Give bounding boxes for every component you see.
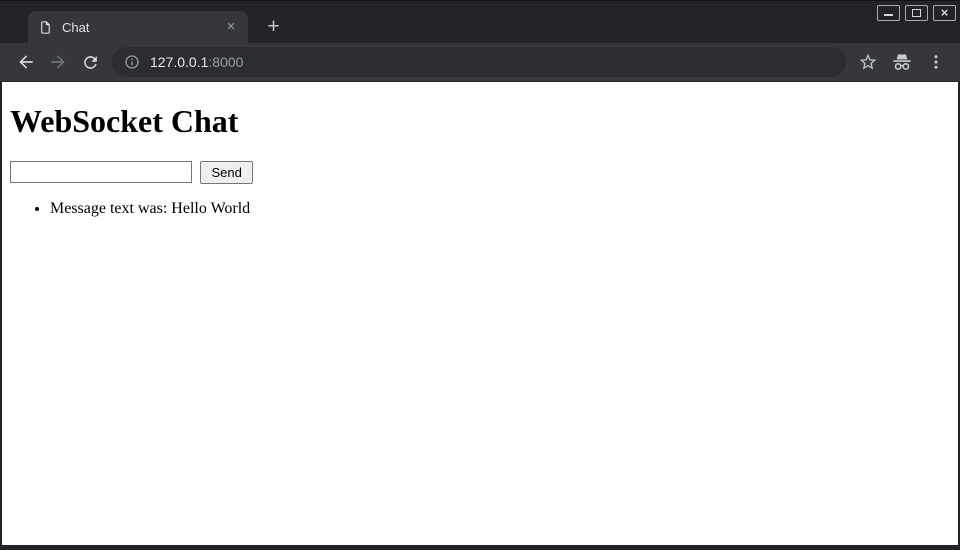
navigation-toolbar: 127.0.0.1:8000 (0, 43, 960, 81)
send-button[interactable]: Send (200, 161, 252, 184)
message-list: Message text was: Hello World (10, 200, 950, 218)
info-icon (124, 54, 140, 70)
window-controls: × (877, 5, 956, 21)
back-arrow-icon (16, 52, 36, 72)
maximize-icon (912, 9, 921, 17)
page-content: WebSocket Chat Send Message text was: He… (2, 82, 958, 545)
bookmark-button[interactable] (854, 48, 882, 76)
address-bar[interactable]: 127.0.0.1:8000 (112, 47, 846, 77)
message-form: Send (10, 161, 950, 184)
new-tab-button[interactable]: + (260, 14, 287, 41)
incognito-indicator (888, 48, 916, 76)
minimize-icon (884, 14, 893, 16)
kebab-menu-icon (927, 53, 945, 71)
reload-button[interactable] (76, 48, 104, 76)
minimize-button[interactable] (877, 5, 900, 21)
maximize-button[interactable] (905, 5, 928, 21)
page-title: WebSocket Chat (10, 103, 950, 140)
reload-icon (81, 53, 100, 72)
forward-button[interactable] (44, 48, 72, 76)
tab-close-icon[interactable]: × (222, 18, 240, 36)
back-button[interactable] (12, 48, 40, 76)
document-icon (38, 20, 53, 35)
url-text: 127.0.0.1:8000 (150, 54, 243, 70)
url-host: 127.0.0.1 (150, 54, 208, 70)
browser-menu-button[interactable] (922, 48, 950, 76)
forward-arrow-icon (48, 52, 68, 72)
browser-window: Chat × + × (0, 1, 960, 550)
tab-title: Chat (62, 20, 222, 35)
incognito-icon (891, 51, 913, 73)
message-list-item: Message text was: Hello World (50, 200, 950, 218)
url-port: :8000 (208, 54, 243, 70)
message-input[interactable] (10, 161, 192, 183)
tab-strip: Chat × + × (0, 1, 960, 43)
close-button[interactable]: × (933, 5, 956, 21)
tab-chat[interactable]: Chat × (28, 11, 248, 43)
star-icon (858, 52, 878, 72)
window-close-icon: × (941, 6, 949, 20)
